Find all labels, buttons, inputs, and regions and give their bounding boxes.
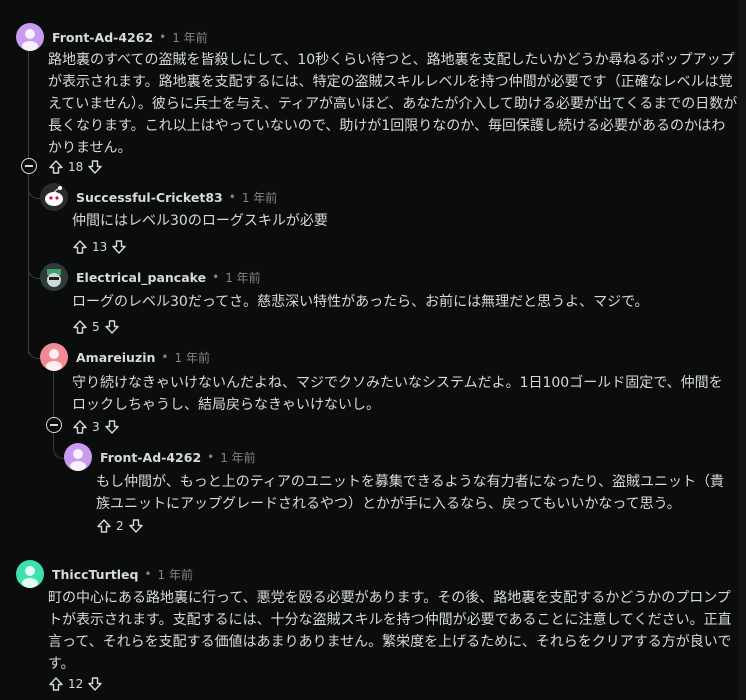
comment: Amareiuzin • 1 年前 [40, 343, 210, 371]
avatar[interactable] [40, 183, 68, 211]
comment: Front-Ad-4262 • 1 年前 [16, 23, 736, 51]
avatar[interactable] [64, 443, 92, 471]
timestamp[interactable]: 1 年前 [225, 269, 260, 286]
comment-body: もし仲間が、もっと上のティアのユニットを募集できるような有力者になったり、盗賊ユ… [96, 474, 725, 512]
arrow-up-icon[interactable] [96, 518, 112, 534]
comment-body: 路地裏のすべての盗賊を皆殺しにして、10秒くらい待つと、路地裏を支配したいかどう… [48, 52, 738, 156]
username[interactable]: Electrical_pancake [76, 270, 206, 285]
comment: Front-Ad-4262 • 1 年前 [64, 443, 256, 471]
timestamp[interactable]: 1 年前 [175, 349, 210, 366]
avatar[interactable] [16, 560, 44, 588]
arrow-up-icon[interactable] [72, 419, 88, 435]
separator-dot: • [144, 567, 152, 581]
timestamp[interactable]: 1 年前 [220, 449, 255, 466]
comment-actions: 3 [72, 417, 120, 437]
thread-line [28, 50, 29, 162]
timestamp[interactable]: 1 年前 [242, 189, 277, 206]
arrow-down-icon[interactable] [104, 419, 120, 435]
arrow-down-icon[interactable] [87, 159, 103, 175]
username[interactable]: Front-Ad-4262 [100, 450, 201, 465]
avatar[interactable] [40, 343, 68, 371]
arrow-up-icon[interactable] [48, 159, 64, 175]
comment-actions: 13 [72, 237, 127, 257]
arrow-down-icon[interactable] [111, 239, 127, 255]
comment-actions: 5 [72, 317, 120, 337]
thread-line [53, 372, 54, 418]
vote-score: 13 [92, 240, 108, 254]
username[interactable]: Front-Ad-4262 [52, 30, 153, 45]
arrow-up-icon[interactable] [48, 676, 64, 692]
comment-body: 仲間にはレベル30のローグスキルが必要 [72, 213, 328, 229]
timestamp[interactable]: 1 年前 [172, 29, 207, 46]
collapse-button[interactable] [46, 417, 62, 433]
arrow-up-icon[interactable] [72, 239, 88, 255]
username[interactable]: Amareiuzin [76, 350, 155, 365]
comment: Electrical_pancake • 1 年前 [40, 263, 261, 291]
arrow-down-icon[interactable] [104, 319, 120, 335]
comment-actions: 2 [96, 516, 144, 536]
comment-actions: 12 [48, 674, 103, 694]
vote-score: 12 [68, 677, 84, 691]
arrow-up-icon[interactable] [72, 319, 88, 335]
comment-body: 守り続けなきゃいけないんだよね、マジでクソみたいなシステムだよ。1日100ゴール… [72, 375, 723, 413]
vote-score: 3 [92, 420, 100, 434]
vote-score: 2 [116, 519, 124, 533]
vote-score: 18 [68, 160, 84, 174]
collapse-button[interactable] [21, 158, 37, 174]
comment-actions: 18 [48, 157, 103, 177]
comment: ThiccTurtleq • 1 年前 [16, 560, 193, 588]
comment-body: ローグのレベル30だってさ。慈悲深い特性があったら、お前には無理だと思うよ、マジ… [72, 294, 649, 310]
separator-dot: • [161, 350, 169, 364]
separator-dot: • [207, 450, 215, 464]
separator-dot: • [159, 30, 167, 44]
comment-body: 町の中心にある路地裏に行って、悪党を殴る必要があります。その後、路地裏を支配する… [48, 590, 732, 672]
avatar[interactable] [40, 263, 68, 291]
username[interactable]: Successful-Cricket83 [76, 190, 223, 205]
arrow-down-icon[interactable] [128, 518, 144, 534]
page-right-border [738, 0, 746, 700]
comment: Successful-Cricket83 • 1 年前 [40, 183, 277, 211]
separator-dot: • [228, 190, 236, 204]
separator-dot: • [212, 270, 220, 284]
avatar[interactable] [16, 23, 44, 51]
timestamp[interactable]: 1 年前 [158, 566, 193, 583]
vote-score: 5 [92, 320, 100, 334]
arrow-down-icon[interactable] [87, 676, 103, 692]
username[interactable]: ThiccTurtleq [52, 567, 138, 582]
